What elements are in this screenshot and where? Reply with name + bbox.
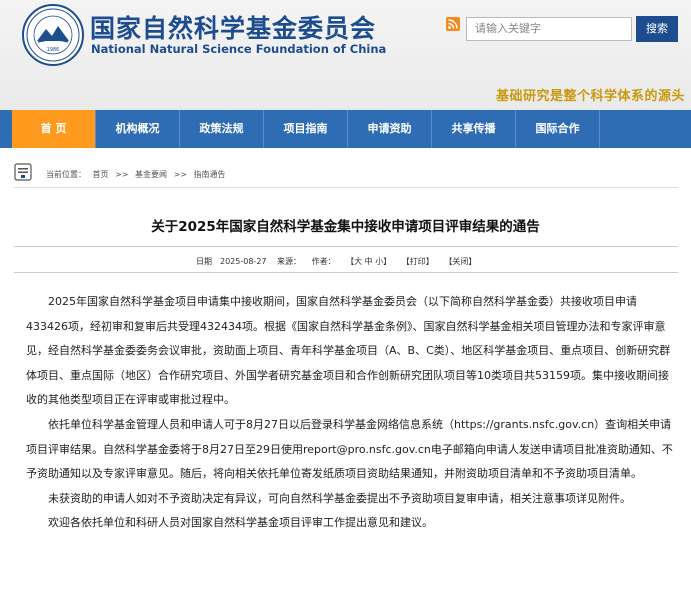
article-date: 2025-08-27 bbox=[220, 257, 267, 266]
nsfc-logo[interactable]: 1986 bbox=[22, 4, 84, 66]
nsfc-emblem-icon: 1986 bbox=[26, 8, 80, 62]
print-link[interactable]: 【打印】 bbox=[402, 257, 434, 266]
nav-item-about[interactable]: 机构概况 bbox=[96, 110, 180, 148]
site-header: 1986 国家自然科学基金委员会 National Natural Scienc… bbox=[0, 0, 691, 110]
divider bbox=[14, 246, 678, 247]
rss-icon[interactable] bbox=[446, 17, 460, 31]
breadcrumb-separator: >> bbox=[115, 170, 129, 179]
divider bbox=[14, 187, 678, 188]
site-name-en: National Natural Science Foundation of C… bbox=[91, 42, 387, 56]
paragraph: 未获资助的申请人如对不予资助决定有异议，可向自然科学基金委提出不予资助项目复审申… bbox=[48, 491, 631, 505]
breadcrumb-home[interactable]: 首页 bbox=[93, 170, 109, 179]
breadcrumb-separator: >> bbox=[173, 170, 187, 179]
nav-item-international[interactable]: 国际合作 bbox=[516, 110, 600, 148]
source-label: 来源： bbox=[277, 257, 302, 266]
article-meta: 日期 2025-08-27 来源： 作者： 【大 中 小】 【打印】 【关闭】 bbox=[196, 256, 484, 267]
paragraph: 欢迎各依托单位和科研人员对国家自然科学基金项目评审工作提出意见和建议。 bbox=[48, 516, 433, 530]
site-name-cn: 国家自然科学基金委员会 bbox=[90, 14, 377, 43]
nav-item-guides[interactable]: 项目指南 bbox=[264, 110, 348, 148]
main-nav: 首 页 机构概况 政策法规 项目指南 申请资助 共享传播 国际合作 bbox=[0, 110, 691, 148]
article-title: 关于2025年国家自然科学基金集中接收申请项目评审结果的通告 bbox=[151, 219, 540, 235]
close-link[interactable]: 【关闭】 bbox=[444, 257, 476, 266]
slogan: 基础研究是整个科学体系的源头 bbox=[495, 89, 685, 104]
author-label: 作者： bbox=[311, 257, 336, 266]
divider bbox=[14, 272, 678, 273]
font-size-toggle[interactable]: 【大 中 小】 bbox=[346, 257, 391, 266]
paragraph: 依托单位科学基金管理人员和申请人可于8月27日以后登录科学基金网络信息系统（ht… bbox=[26, 417, 673, 481]
paragraph: 2025年国家自然科学基金项目申请集中接收期间，国家自然科学基金委员会（以下简称… bbox=[26, 295, 671, 407]
search-input[interactable]: 请输入关键字 bbox=[466, 17, 632, 41]
article-body: 2025年国家自然科学基金项目申请集中接收期间，国家自然科学基金委员会（以下简称… bbox=[26, 290, 674, 536]
breadcrumb-notices[interactable]: 指南通告 bbox=[194, 170, 226, 179]
nav-item-sharing[interactable]: 共享传播 bbox=[432, 110, 516, 148]
breadcrumb-news[interactable]: 基金要闻 bbox=[135, 170, 167, 179]
location-board-icon bbox=[14, 163, 32, 181]
breadcrumb-label: 当前位置： bbox=[46, 170, 86, 179]
nav-item-policies[interactable]: 政策法规 bbox=[180, 110, 264, 148]
date-label: 日期 bbox=[196, 257, 212, 266]
breadcrumb: 当前位置： 首页 >> 基金要闻 >> 指南通告 bbox=[14, 163, 678, 185]
nav-item-home[interactable]: 首 页 bbox=[12, 110, 96, 148]
svg-text:1986: 1986 bbox=[47, 47, 60, 53]
nav-item-funding[interactable]: 申请资助 bbox=[348, 110, 432, 148]
search-button[interactable]: 搜索 bbox=[636, 16, 678, 42]
